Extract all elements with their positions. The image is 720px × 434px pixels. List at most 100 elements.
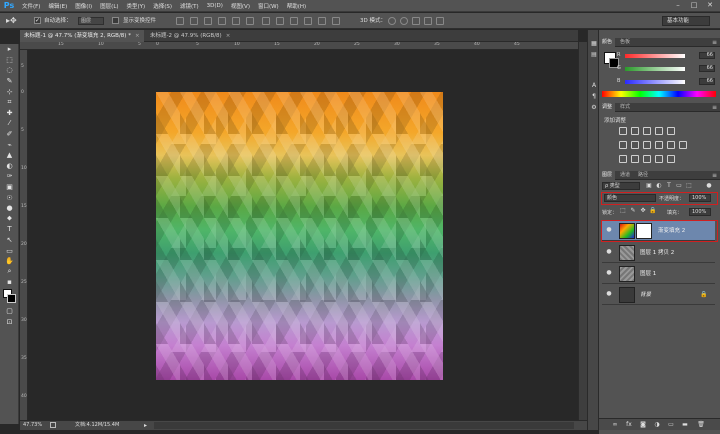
background-color-swatch[interactable] bbox=[7, 293, 16, 303]
blue-value-input[interactable]: 66 bbox=[699, 78, 715, 85]
menu-layer[interactable]: 图层(L) bbox=[96, 2, 122, 10]
quick-select-tool-icon[interactable]: ✎ bbox=[0, 76, 19, 87]
menu-file[interactable]: 文件(F) bbox=[18, 2, 44, 10]
panel-menu-icon[interactable]: ≡ bbox=[712, 38, 717, 47]
posterize-icon[interactable] bbox=[631, 155, 639, 163]
hue-saturation-icon[interactable] bbox=[619, 141, 627, 149]
layer-name[interactable]: 图层 1 拷贝 2 bbox=[640, 243, 674, 263]
visibility-eye-icon[interactable]: ● bbox=[605, 226, 613, 234]
menu-help[interactable]: 帮助(H) bbox=[283, 2, 310, 10]
filter-type-icon[interactable]: T bbox=[665, 182, 673, 190]
lock-position-icon[interactable]: ✥ bbox=[639, 207, 647, 215]
type-tool-icon[interactable]: T bbox=[0, 224, 19, 235]
layer-kind-filter[interactable]: ρ 类型 bbox=[602, 182, 640, 190]
tab-adjustments[interactable]: 调整 bbox=[599, 103, 616, 112]
distribute-top-icon[interactable] bbox=[262, 17, 270, 25]
green-value-input[interactable]: 66 bbox=[699, 65, 715, 72]
tab-channels[interactable]: 通道 bbox=[617, 171, 633, 180]
auto-select-checkbox[interactable]: ✓ bbox=[34, 17, 41, 24]
auto-select-target-dropdown[interactable]: 图层 bbox=[78, 17, 104, 25]
selective-color-icon[interactable] bbox=[667, 155, 675, 163]
layer-row-gradient-fill[interactable]: ● 渐变填充 2 bbox=[602, 221, 715, 241]
new-adjustment-icon[interactable]: ◑ bbox=[653, 421, 661, 429]
layer-row-background[interactable]: ● 背景 🔒 bbox=[602, 285, 715, 305]
layer-mask-thumbnail[interactable] bbox=[636, 223, 652, 239]
history-brush-tool-icon[interactable]: ⌁ bbox=[0, 139, 19, 150]
menu-edit[interactable]: 编辑(E) bbox=[44, 2, 71, 10]
layer-row-layer1[interactable]: ● 图层 1 bbox=[602, 264, 715, 284]
workspace-dropdown[interactable]: 基本功能 bbox=[662, 16, 710, 26]
horizontal-scrollbar[interactable] bbox=[154, 422, 574, 429]
tab-document-1[interactable]: 未标题-1 @ 47.7% (渐变填充 2, RGB/8) * × bbox=[20, 30, 144, 42]
menu-select[interactable]: 选择(S) bbox=[149, 2, 176, 10]
gradient-tool-icon[interactable]: ◐ bbox=[0, 161, 19, 172]
blur-tool-icon[interactable]: ✑ bbox=[0, 171, 19, 182]
eyedropper-tool-icon[interactable]: ⌗ bbox=[0, 97, 19, 108]
color-lookup-icon[interactable] bbox=[679, 141, 687, 149]
close-button[interactable]: ✕ bbox=[704, 1, 716, 10]
distribute-left-icon[interactable] bbox=[304, 17, 312, 25]
link-layers-icon[interactable]: ∞ bbox=[611, 421, 619, 429]
tab-paths[interactable]: 路径 bbox=[635, 171, 651, 180]
tab-document-2[interactable]: 未标题-2 @ 47.9% (RGB/8) × bbox=[146, 30, 242, 42]
filter-toggle-icon[interactable]: ● bbox=[705, 182, 713, 190]
menu-type[interactable]: 类型(Y) bbox=[123, 2, 150, 10]
brush-tool-icon[interactable]: ⁄ bbox=[0, 118, 19, 129]
red-value-input[interactable]: 66 bbox=[699, 52, 715, 59]
filter-pixel-icon[interactable]: ▣ bbox=[645, 182, 653, 190]
screen-mode-icon[interactable]: ⊡ bbox=[0, 316, 19, 327]
menu-view[interactable]: 视图(V) bbox=[227, 2, 254, 10]
lock-all-icon[interactable]: 🔒 bbox=[649, 207, 657, 215]
channel-mixer-icon[interactable] bbox=[667, 141, 675, 149]
menu-window[interactable]: 窗口(W) bbox=[254, 2, 283, 10]
close-tab-icon[interactable]: × bbox=[135, 33, 140, 39]
brightness-icon[interactable] bbox=[619, 127, 627, 135]
levels-icon[interactable] bbox=[631, 127, 639, 135]
crop-tool-icon[interactable]: ⊹ bbox=[0, 86, 19, 97]
shape-tool-icon[interactable]: ▭ bbox=[0, 245, 19, 256]
menu-3d[interactable]: 3D(D) bbox=[203, 3, 227, 9]
show-transform-checkbox[interactable] bbox=[112, 17, 119, 24]
new-group-icon[interactable]: ▭ bbox=[667, 421, 675, 429]
layer-name[interactable]: 背景 bbox=[640, 285, 651, 305]
align-bottom-icon[interactable] bbox=[204, 17, 212, 25]
distribute-right-icon[interactable] bbox=[332, 17, 340, 25]
zoom-level[interactable]: 47.73% bbox=[23, 421, 42, 430]
opacity-input[interactable]: 100% bbox=[689, 194, 711, 202]
minimize-button[interactable]: – bbox=[672, 1, 684, 10]
visibility-eye-icon[interactable]: ● bbox=[605, 269, 613, 277]
quick-mask-icon[interactable]: ▢ bbox=[0, 306, 19, 317]
lock-transparency-icon[interactable]: ⬚ bbox=[619, 207, 627, 215]
add-mask-icon[interactable]: ◙ bbox=[639, 421, 647, 429]
gradient-map-icon[interactable] bbox=[655, 155, 663, 163]
curves-icon[interactable] bbox=[643, 127, 651, 135]
dodge-tool-icon[interactable]: ▣ bbox=[0, 182, 19, 193]
align-top-icon[interactable] bbox=[176, 17, 184, 25]
panel-menu-icon[interactable]: ≡ bbox=[712, 103, 717, 112]
close-tab-icon[interactable]: × bbox=[226, 33, 231, 39]
3d-pan-icon[interactable] bbox=[412, 17, 420, 25]
blue-track[interactable] bbox=[625, 80, 685, 84]
red-slider[interactable]: R 66 bbox=[617, 51, 717, 60]
path-select-tool-icon[interactable]: ⬥ bbox=[0, 214, 19, 225]
vertical-scrollbar[interactable] bbox=[578, 42, 587, 420]
filter-smart-icon[interactable]: ⬚ bbox=[685, 182, 693, 190]
menu-image[interactable]: 图像(I) bbox=[71, 2, 96, 10]
blend-mode-dropdown[interactable]: 颜色 bbox=[604, 194, 656, 202]
new-layer-icon[interactable]: ▬ bbox=[681, 421, 689, 429]
lock-pixels-icon[interactable]: ✎ bbox=[629, 207, 637, 215]
threshold-icon[interactable] bbox=[643, 155, 651, 163]
invert-icon[interactable] bbox=[619, 155, 627, 163]
healing-tool-icon[interactable]: ✚ bbox=[0, 108, 19, 119]
filter-adjust-icon[interactable]: ◐ bbox=[655, 182, 663, 190]
tab-styles[interactable]: 样式 bbox=[617, 103, 633, 112]
layer-name[interactable]: 图层 1 bbox=[640, 264, 656, 284]
direct-select-tool-icon[interactable]: ↖ bbox=[0, 235, 19, 246]
align-hcenter-icon[interactable] bbox=[232, 17, 240, 25]
tab-color[interactable]: 颜色 bbox=[599, 38, 616, 47]
move-tool-icon[interactable]: ▸ bbox=[0, 44, 19, 55]
eraser-tool-icon[interactable]: ▲ bbox=[0, 150, 19, 161]
fill-input[interactable]: 100% bbox=[689, 208, 711, 216]
panel-menu-icon[interactable]: ≡ bbox=[712, 171, 717, 180]
visibility-eye-icon[interactable]: ● bbox=[605, 290, 613, 298]
